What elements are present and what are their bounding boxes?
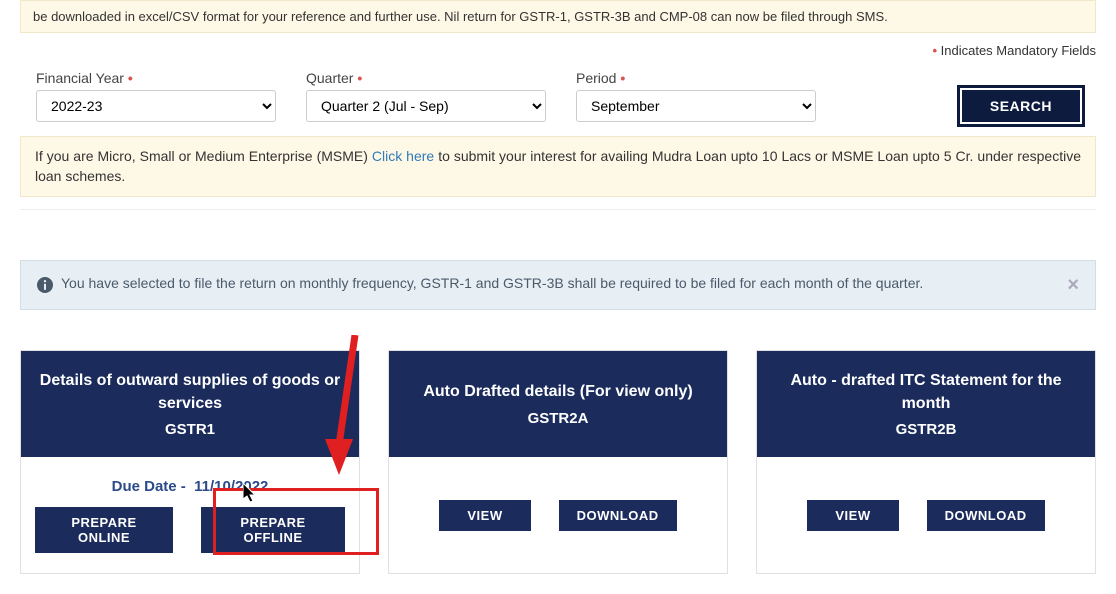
info-alert-text: You have selected to file the return on … <box>61 275 1059 291</box>
prepare-offline-button[interactable]: PREPARE OFFLINE <box>201 507 345 553</box>
divider <box>20 209 1096 210</box>
top-info-banner: be downloaded in excel/CSV format for yo… <box>20 0 1096 33</box>
gstr1-due-date: Due Date - 11/10/2022 <box>112 478 269 495</box>
search-button[interactable]: SEARCH <box>962 90 1080 122</box>
info-alert: You have selected to file the return on … <box>20 260 1096 310</box>
period-group: Period • September <box>576 70 816 122</box>
mandatory-dot-icon: • <box>932 43 937 58</box>
financial-year-select[interactable]: 2022-23 <box>36 90 276 122</box>
close-icon[interactable]: × <box>1067 275 1079 295</box>
gstr2b-header: Auto - drafted ITC Statement for the mon… <box>757 351 1095 457</box>
gstr1-card: Details of outward supplies of goods or … <box>20 350 360 574</box>
gstr2a-download-button[interactable]: DOWNLOAD <box>559 500 677 531</box>
gstr2b-title: Auto - drafted ITC Statement for the mon… <box>771 370 1081 415</box>
gstr2a-card: Auto Drafted details (For view only) GST… <box>388 350 728 574</box>
info-circle-icon <box>37 277 53 293</box>
gstr1-title: Details of outward supplies of goods or … <box>35 370 345 415</box>
msme-banner: If you are Micro, Small or Medium Enterp… <box>20 136 1096 197</box>
period-label: Period • <box>576 70 816 86</box>
gstr2b-view-button[interactable]: VIEW <box>807 500 898 531</box>
prepare-online-button[interactable]: PREPARE ONLINE <box>35 507 173 553</box>
top-banner-text: be downloaded in excel/CSV format for yo… <box>33 9 888 24</box>
mandatory-indicator: • Indicates Mandatory Fields <box>20 39 1096 62</box>
gstr2a-body: VIEW DOWNLOAD <box>389 457 727 573</box>
gstr2a-header: Auto Drafted details (For view only) GST… <box>389 351 727 457</box>
gstr1-buttons: PREPARE ONLINE PREPARE OFFLINE <box>35 507 345 553</box>
gstr2a-view-button[interactable]: VIEW <box>439 500 530 531</box>
period-select[interactable]: September <box>576 90 816 122</box>
required-dot-icon: • <box>616 70 625 86</box>
filters-row: Financial Year • 2022-23 Quarter • Quart… <box>20 62 1096 136</box>
quarter-group: Quarter • Quarter 2 (Jul - Sep) <box>306 70 546 122</box>
gstr2a-title: Auto Drafted details (For view only) <box>403 381 713 403</box>
gstr2b-body: VIEW DOWNLOAD <box>757 457 1095 573</box>
gstr2a-subtitle: GSTR2A <box>403 410 713 427</box>
gstr2b-card: Auto - drafted ITC Statement for the mon… <box>756 350 1096 574</box>
msme-text-pre: If you are Micro, Small or Medium Enterp… <box>35 148 372 164</box>
msme-click-here-link[interactable]: Click here <box>372 148 434 164</box>
gstr1-header: Details of outward supplies of goods or … <box>21 351 359 457</box>
financial-year-label: Financial Year • <box>36 70 276 86</box>
required-dot-icon: • <box>124 70 133 86</box>
gstr2b-download-button[interactable]: DOWNLOAD <box>927 500 1045 531</box>
quarter-label: Quarter • <box>306 70 546 86</box>
cards-row: Details of outward supplies of goods or … <box>20 350 1096 594</box>
gstr1-subtitle: GSTR1 <box>35 421 345 438</box>
gstr2b-buttons: VIEW DOWNLOAD <box>807 500 1044 531</box>
gstr1-body: Due Date - 11/10/2022 PREPARE ONLINE PRE… <box>21 457 359 573</box>
gstr2a-buttons: VIEW DOWNLOAD <box>439 500 676 531</box>
gstr2b-subtitle: GSTR2B <box>771 421 1081 438</box>
required-dot-icon: • <box>353 70 362 86</box>
financial-year-group: Financial Year • 2022-23 <box>36 70 276 122</box>
mandatory-indicator-text: Indicates Mandatory Fields <box>941 43 1096 58</box>
quarter-select[interactable]: Quarter 2 (Jul - Sep) <box>306 90 546 122</box>
